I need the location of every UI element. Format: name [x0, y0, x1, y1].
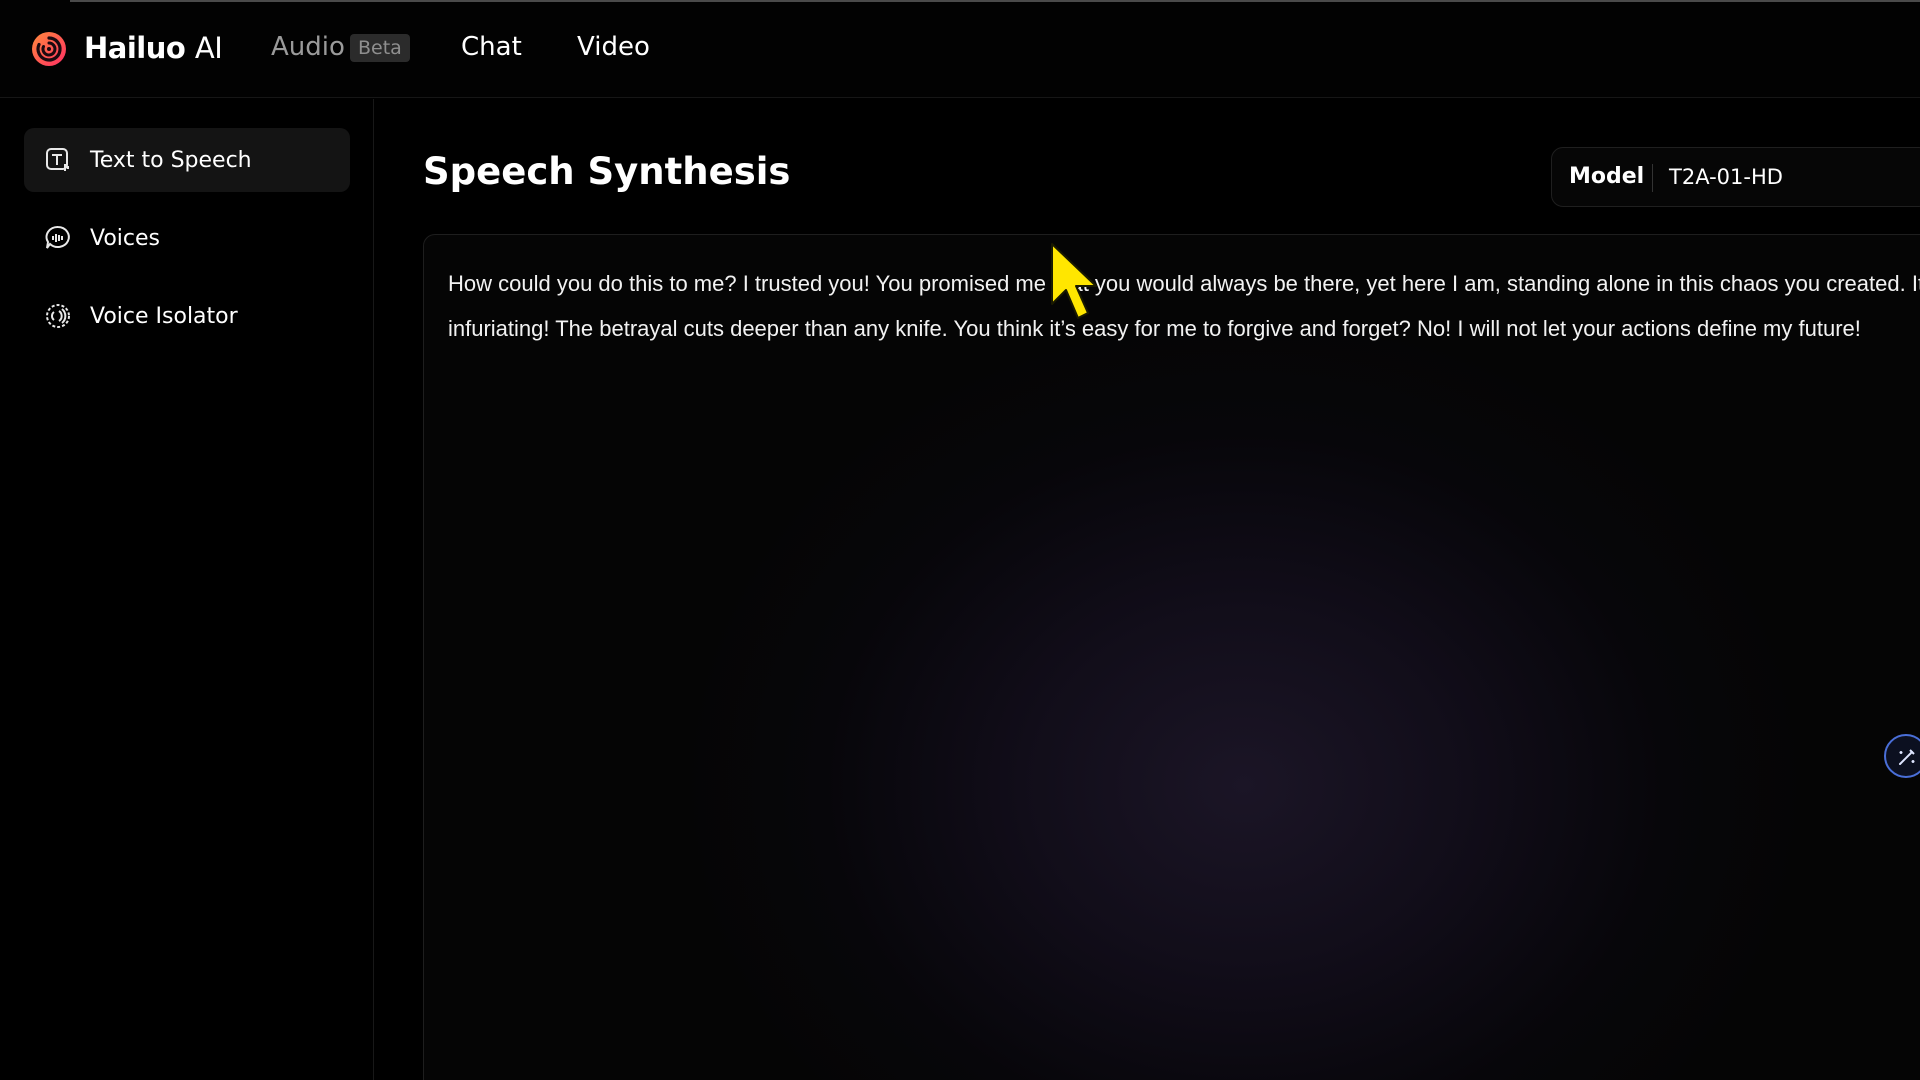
model-value[interactable]: T2A-01-HD — [1669, 165, 1783, 189]
text-editor[interactable]: How could you do this to me? I trusted y… — [423, 234, 1920, 1080]
voices-icon — [45, 225, 70, 249]
sidebar-item-voice-isolator[interactable]: Voice Isolator — [24, 284, 350, 348]
brand-suffix: AI — [194, 31, 223, 65]
top-bar: Hailuo AI Audio Beta Chat Video — [0, 0, 1920, 98]
brand-name[interactable]: Hailuo AI — [84, 31, 223, 65]
model-divider — [1652, 164, 1653, 192]
nav-chat[interactable]: Chat — [461, 32, 522, 62]
top-loading-line — [70, 0, 1920, 2]
edit-magic-button[interactable] — [1884, 734, 1920, 778]
model-selector[interactable]: Model T2A-01-HD — [1551, 147, 1920, 207]
mouse-cursor-icon — [1051, 243, 1097, 319]
hailuo-logo-icon[interactable] — [30, 30, 68, 68]
voice-isolator-icon — [46, 304, 70, 328]
sidebar-item-label: Voices — [90, 225, 161, 251]
text-speech-icon — [46, 148, 69, 171]
nav-audio[interactable]: Audio — [271, 32, 345, 62]
magic-wand-icon — [1899, 749, 1915, 765]
page-title: Speech Synthesis — [423, 150, 791, 193]
sidebar-item-text-to-speech[interactable]: Text to Speech — [24, 128, 350, 192]
model-label: Model — [1569, 164, 1645, 189]
beta-badge: Beta — [350, 34, 410, 62]
brand-name-text: Hailuo — [84, 31, 186, 65]
nav-video[interactable]: Video — [577, 32, 650, 62]
sidebar: Text to Speech Voices Voice Isolator — [0, 99, 374, 1080]
sidebar-item-voices[interactable]: Voices — [24, 206, 350, 270]
sidebar-item-label: Text to Speech — [90, 147, 252, 173]
editor-text[interactable]: How could you do this to me? I trusted y… — [448, 261, 1920, 351]
sidebar-item-label: Voice Isolator — [90, 303, 238, 329]
